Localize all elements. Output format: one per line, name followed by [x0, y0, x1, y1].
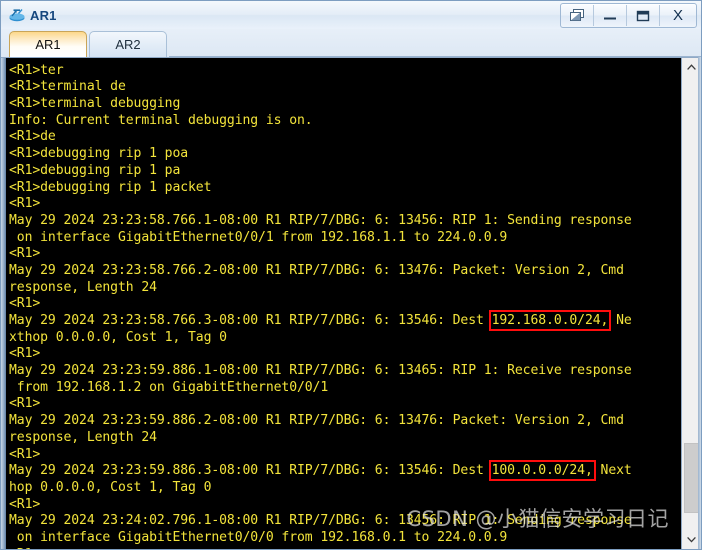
terminal-line: from 192.168.1.2 on GigabitEthernet0/0/1: [9, 379, 329, 395]
scrollbar-thumb[interactable]: [684, 443, 699, 513]
router-icon: [7, 5, 27, 25]
terminal-line: <R1>terminal de: [9, 79, 126, 95]
tab-ar2[interactable]: AR2: [89, 31, 167, 57]
terminal-line: <R1>: [9, 346, 41, 362]
terminal-line: hop 0.0.0.0, Cost 1, Tag 0: [9, 479, 212, 495]
terminal-line: <R1>: [9, 246, 41, 262]
minimize-button[interactable]: [594, 5, 627, 26]
highlighted-route: 100.0.0.0/24,: [488, 460, 596, 482]
terminal-console[interactable]: <R1>ter<R1>ter<R1>terminal de<R1>termina…: [6, 58, 681, 549]
terminal-line: May 29 2024 23:23:59.886.1-08:00 R1 RIP/…: [9, 363, 632, 379]
window-right-rail: [698, 57, 701, 549]
terminal-line: on interface GigabitEthernet0/0/1 from 1…: [9, 229, 508, 245]
terminal-line: <R1>debugging rip 1 poa: [9, 146, 189, 162]
terminal-line: <R1>: [9, 296, 41, 312]
window-title: AR1: [30, 7, 57, 23]
maximize-button[interactable]: [627, 5, 660, 26]
tab-ar2-label: AR2: [115, 37, 141, 52]
terminal-line: <R1>terminal debugging: [9, 96, 181, 112]
terminal-line: <R1>debugging rip 1 pa: [9, 162, 181, 178]
terminal-line: May 29 2024 23:23:59.886.3-08:00 R1 RIP/…: [9, 460, 632, 482]
terminal-area: <R1>ter<R1>ter<R1>terminal de<R1>termina…: [1, 57, 701, 549]
terminal-line: <R1>: [9, 446, 41, 462]
terminal-line: May 29 2024 23:24:02.796.1-08:00 R1 RIP/…: [9, 513, 632, 529]
terminal-output: <R1>ter<R1>ter<R1>terminal de<R1>termina…: [9, 58, 681, 549]
terminal-line: xthop 0.0.0.0, Cost 1, Tag 0: [9, 329, 227, 345]
terminal-line: May 29 2024 23:23:59.886.2-08:00 R1 RIP/…: [9, 413, 624, 429]
terminal-line: <R1>ter: [9, 62, 64, 78]
terminal-line: on interface GigabitEthernet0/0/0 from 1…: [9, 529, 508, 545]
terminal-line: response, Length 24: [9, 279, 157, 295]
tab-ar1[interactable]: AR1: [9, 31, 87, 57]
tab-ar1-label: AR1: [35, 37, 61, 52]
router-cli-window: AR1 X AR1 AR2 <R1>ter <R1>terminal de <R…: [0, 0, 702, 550]
highlighted-route: 192.168.0.0/24,: [488, 310, 612, 331]
terminal-line: May 29 2024 23:23:58.766.3-08:00 R1 RIP/…: [9, 310, 632, 331]
terminal-line: <R1>debugging rip 1 packet: [9, 179, 212, 195]
terminal-line: <R1>: [9, 496, 41, 512]
cascade-windows-button[interactable]: [561, 5, 594, 26]
terminal-line: May 29 2024 23:23:58.766.2-08:00 R1 RIP/…: [9, 262, 624, 278]
terminal-line: <R1>: [9, 547, 681, 549]
terminal-line: <R1>: [9, 396, 41, 412]
tab-strip-filler: [169, 30, 701, 57]
terminal-line: <R1>: [9, 196, 41, 212]
terminal-line: <R1>de: [9, 129, 56, 145]
tab-strip: AR1 AR2: [1, 29, 701, 57]
title-bar: AR1 X: [1, 1, 701, 29]
window-controls: X: [560, 3, 697, 28]
terminal-line: May 29 2024 23:23:58.766.1-08:00 R1 RIP/…: [9, 212, 632, 228]
close-button[interactable]: X: [660, 5, 696, 26]
terminal-line: response, Length 24: [9, 429, 157, 445]
terminal-line: Info: Current terminal debugging is on.: [9, 112, 313, 128]
